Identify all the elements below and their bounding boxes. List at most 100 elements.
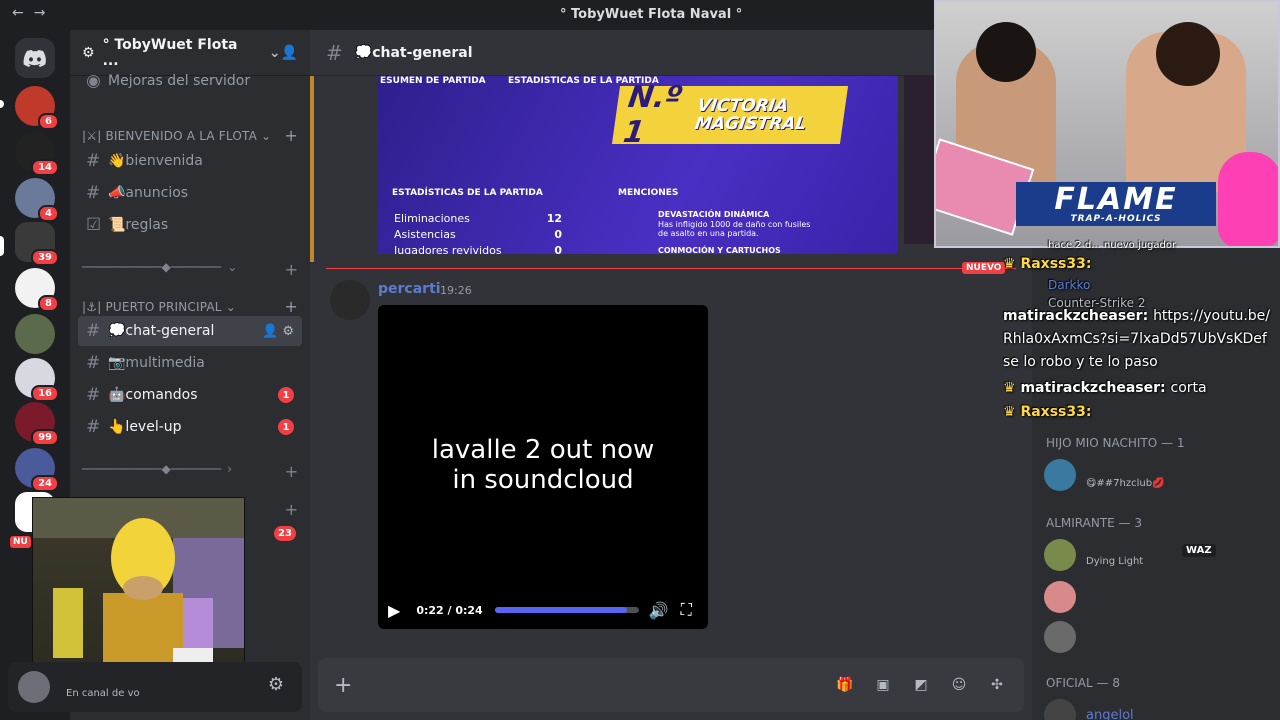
gift-icon[interactable]: 🎁 — [834, 677, 856, 693]
channel-bienvenida[interactable]: # 👋bienvenida — [78, 146, 302, 176]
server-badge: 6 — [38, 113, 59, 130]
member-item[interactable]: WAZ Dying Light — [1044, 534, 1270, 576]
stat-label: Asistencias — [394, 228, 456, 241]
member-tag: WAZ — [1182, 544, 1216, 557]
message-timestamp: 19:26 — [440, 284, 472, 297]
crown-icon: ♛ — [1003, 404, 1016, 420]
forward-arrow-icon[interactable]: → — [34, 5, 56, 21]
flame-logo: FLAME TRAP-A-HOLICS — [1016, 182, 1216, 226]
emoji-icon[interactable]: ☺ — [948, 677, 970, 693]
chat-user: matirackzcheaser: — [1003, 308, 1149, 324]
add-attachment-icon[interactable]: + — [334, 673, 352, 698]
video-player[interactable]: lavalle 2 out now in soundcloud ▶ 0:22 /… — [378, 305, 708, 629]
add-channel-icon[interactable]: + — [284, 126, 298, 145]
member-item[interactable]: 😋##7hzclub💋 — [1044, 454, 1270, 496]
category-label: |⚓| PUERTO PRINCIPAL — [82, 299, 222, 314]
category-bienvenido[interactable]: |⚔| BIENVENIDO A LA FLOTA ⌄ + — [82, 126, 298, 145]
crown-icon: ♛ — [1003, 256, 1016, 272]
message-author[interactable]: percarti — [378, 281, 441, 297]
add-channel-icon[interactable]: + — [285, 462, 298, 481]
gif-icon[interactable]: ▣ — [872, 677, 894, 693]
member-item[interactable]: angelol — [1044, 694, 1270, 720]
chat-text: https://youtu.be/ — [1153, 308, 1270, 324]
person-head — [976, 22, 1036, 82]
chat-user: matirackzcheaser: — [1020, 380, 1166, 396]
history-nav[interactable]: ←→ — [12, 5, 55, 21]
chevron-right-icon: › — [227, 462, 233, 476]
fullscreen-icon[interactable]: ⛶ — [681, 600, 692, 620]
divider-label: ───────────◆─────── — [82, 462, 222, 476]
server-badge: 16 — [31, 385, 59, 402]
channel-label: 📣anuncios — [108, 185, 189, 201]
play-icon[interactable]: ▶ — [388, 601, 400, 620]
discord-home-button[interactable] — [15, 38, 55, 78]
channel-chat-general[interactable]: # 💭chat-general 👤 ⚙ — [78, 316, 302, 346]
person-head — [1156, 22, 1220, 86]
avatar[interactable] — [18, 671, 50, 703]
channel-label: 👋bienvenida — [108, 153, 203, 169]
server-icon[interactable]: 6 — [15, 86, 59, 130]
stat-label: Jugadores revividos — [394, 244, 502, 254]
server-icon[interactable]: 16 — [15, 358, 59, 402]
channel-reglas[interactable]: ☑ 📜reglas — [78, 210, 302, 240]
server-icon[interactable]: 39 — [15, 222, 59, 266]
avatar — [1044, 539, 1076, 571]
server-icon[interactable] — [15, 314, 55, 354]
gear-icon[interactable]: ⚙ — [268, 674, 284, 695]
unread-pill — [0, 100, 4, 108]
mention-badge: 1 — [278, 419, 294, 435]
category-divider[interactable]: ───────────◆─────── ⌄ + — [82, 260, 298, 279]
chevron-down-icon: ⌄ — [268, 44, 281, 61]
server-badge: 4 — [38, 205, 59, 222]
category-divider[interactable]: ───────────◆─────── › + — [82, 462, 298, 481]
invite-icon[interactable]: 👤 — [281, 45, 298, 61]
add-channel-icon[interactable]: + — [285, 260, 298, 279]
server-badge: 8 — [38, 295, 59, 312]
progress-bar[interactable] — [494, 607, 639, 613]
channel-label: 📜reglas — [108, 217, 169, 233]
server-icon[interactable]: 14 — [15, 132, 59, 176]
add-channel-icon[interactable]: + — [284, 297, 298, 316]
avatar — [1044, 459, 1076, 491]
member-item[interactable] — [1044, 576, 1270, 618]
category-puerto[interactable]: |⚓| PUERTO PRINCIPAL ⌄ + — [82, 297, 298, 316]
composer-tools: 🎁 ▣ ◩ ☺ ✣ — [834, 677, 1008, 693]
chat-header: # 💭chat-general ▤ — [310, 30, 1032, 76]
stat-value: 0 — [554, 228, 562, 241]
channel-multimedia[interactable]: # 📷multimedia — [78, 348, 302, 378]
previous-message-bar — [310, 76, 314, 262]
channel-settings-icon[interactable]: 👤 ⚙ — [262, 324, 294, 339]
stream-overlay-image — [32, 497, 245, 687]
video-time: 0:22 / 0:24 — [416, 603, 483, 617]
flame-text: FLAME — [1054, 182, 1178, 217]
message-composer[interactable]: + 🎁 ▣ ◩ ☺ ✣ — [318, 658, 1024, 712]
server-boost-item[interactable]: ◉ Mejoras del servidor — [78, 66, 302, 96]
avatar[interactable] — [330, 280, 370, 320]
nuevo-badge: NU — [10, 536, 31, 548]
mention-badge: 23 — [274, 526, 296, 541]
avatar — [1044, 581, 1076, 613]
server-icon[interactable]: 24 — [15, 448, 59, 492]
sticker-icon[interactable]: ◩ — [910, 677, 932, 693]
overlay-text: hace 2 d... nuevo jugador — [1048, 240, 1177, 251]
channel-comandos[interactable]: # 🤖comandos 1 — [78, 380, 302, 410]
shield-icon: ◉ — [86, 71, 101, 91]
server-icon[interactable]: 99 — [15, 402, 59, 446]
stat-value: 0 — [554, 244, 562, 254]
stream-chat-line: ♛ matirackzcheaser: corta — [1003, 380, 1207, 396]
add-channel-icon[interactable]: + — [285, 500, 298, 519]
server-icon[interactable]: 8 — [15, 268, 59, 312]
rules-icon: ☑ — [86, 215, 102, 235]
channel-anuncios[interactable]: # 📣anuncios — [78, 178, 302, 208]
member-item[interactable] — [1044, 616, 1270, 658]
avatar — [1044, 699, 1076, 720]
hash-icon: # — [86, 151, 101, 171]
overlay-text: Darkko — [1048, 278, 1090, 292]
apps-icon[interactable]: ✣ — [986, 677, 1008, 693]
back-arrow-icon[interactable]: ← — [12, 5, 34, 21]
volume-icon[interactable]: 🔊 — [649, 601, 669, 620]
channel-level-up[interactable]: # 👆level-up 1 — [78, 412, 302, 442]
channel-title: 💭chat-general — [354, 44, 473, 61]
server-icon[interactable]: 4 — [15, 178, 59, 222]
attached-image[interactable]: ESUMEN DE PARTIDA ESTADÍSTICAS DE LA PAR… — [378, 76, 898, 254]
